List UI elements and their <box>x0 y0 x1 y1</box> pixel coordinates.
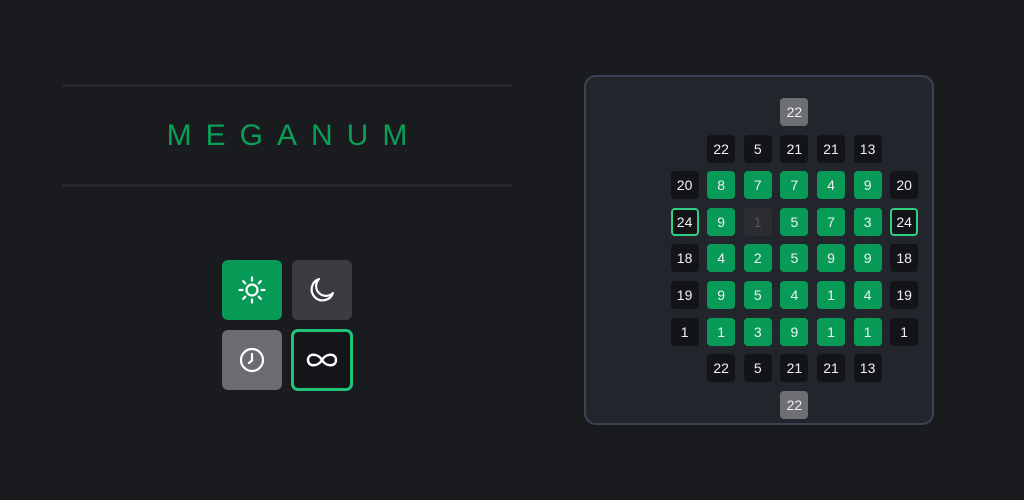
clue-cell: 21 <box>780 134 809 163</box>
number-tile[interactable]: 9 <box>780 317 809 346</box>
clue-cell: 21 <box>817 354 845 383</box>
number-tile[interactable]: 3 <box>853 207 882 236</box>
clue-cell: 22 <box>780 98 809 126</box>
number-tile[interactable]: 4 <box>817 171 845 200</box>
number-tile[interactable]: 5 <box>780 207 809 236</box>
number-tile[interactable]: 5 <box>780 244 809 273</box>
number-tile[interactable]: 9 <box>707 207 736 236</box>
number-tile[interactable]: 9 <box>817 244 845 273</box>
clue-cell: 1 <box>890 317 919 346</box>
number-tile[interactable]: 9 <box>853 244 882 273</box>
number-tile[interactable]: 1 <box>707 317 736 346</box>
clue-cell: 19 <box>890 281 919 309</box>
number-tile[interactable]: 2 <box>743 244 772 273</box>
clue-cell: 13 <box>853 354 882 383</box>
number-tile[interactable]: 9 <box>853 171 882 200</box>
clock-icon <box>239 347 265 373</box>
clue-cell: 19 <box>670 281 699 309</box>
clue-cell: 21 <box>780 354 809 383</box>
number-tile[interactable]: 9 <box>707 281 736 309</box>
clue-cell: 21 <box>817 134 845 163</box>
bottom-divider <box>62 184 512 187</box>
number-tile[interactable]: 4 <box>780 281 809 309</box>
game-title: MEGANUM <box>166 119 422 152</box>
number-tile[interactable]: 1 <box>853 317 882 346</box>
dark-theme-button[interactable] <box>292 260 352 320</box>
number-tile[interactable]: 8 <box>707 171 736 200</box>
clue-cell: 22 <box>707 354 736 383</box>
moon-icon <box>310 277 335 302</box>
number-tile[interactable]: 5 <box>743 281 772 309</box>
clue-cell: 20 <box>890 171 919 200</box>
game-board: 22 22 5 21 21 13 20 8 7 7 4 9 20 24 9 1 5 7 3 24 18 4 2 5 9 9 18 19… <box>584 75 934 425</box>
timed-mode-button[interactable] <box>222 330 282 390</box>
number-tile[interactable]: 4 <box>853 281 882 309</box>
clue-cell: 24 <box>890 207 919 236</box>
number-tile[interactable]: 7 <box>780 171 809 200</box>
infinite-mode-button[interactable] <box>291 329 353 391</box>
clue-cell: 5 <box>743 354 772 383</box>
clue-cell: 22 <box>780 390 809 419</box>
clue-cell: 24 <box>670 207 699 236</box>
number-tile[interactable]: 4 <box>707 244 736 273</box>
number-tile[interactable]: 1 <box>817 281 845 309</box>
infinity-icon <box>306 353 338 367</box>
clue-cell: 18 <box>670 244 699 273</box>
clue-cell: 18 <box>890 244 919 273</box>
clue-cell: 22 <box>707 134 736 163</box>
number-tile[interactable]: 1 <box>743 207 772 236</box>
clue-cell: 5 <box>743 134 772 163</box>
number-tile[interactable]: 3 <box>743 317 772 346</box>
light-theme-button[interactable] <box>222 260 282 320</box>
number-tile[interactable]: 1 <box>817 317 845 346</box>
clue-cell: 20 <box>670 171 699 200</box>
top-divider <box>62 84 512 87</box>
clue-cell: 1 <box>670 317 699 346</box>
number-tile[interactable]: 7 <box>817 207 845 236</box>
clue-cell: 13 <box>853 134 882 163</box>
sun-icon <box>238 276 266 304</box>
number-tile[interactable]: 7 <box>743 171 772 200</box>
